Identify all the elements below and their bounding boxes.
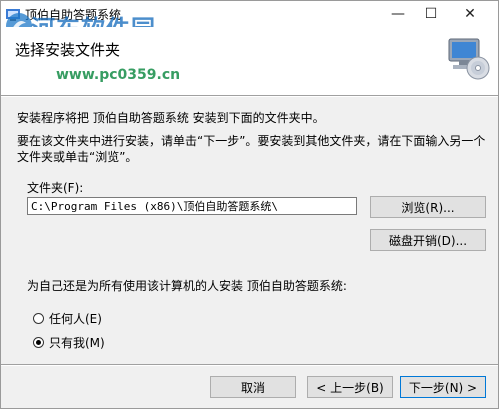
radio-just-me-circle[interactable] [33,336,44,348]
next-button[interactable]: 下一步(N) > [400,376,486,398]
radio-just-me[interactable]: 只有我(M) [33,334,105,350]
intro-text: 安装程序将把 顶伯自助答题系统 安装到下面的文件夹中。 [17,111,325,125]
disk-cost-button[interactable]: 磁盘开销(D)... [370,229,486,251]
title-bar[interactable]: 顶伯自助答题系统 河东软件园 — ☐ ✕ [1,1,498,43]
minimize-button[interactable]: — [381,1,415,27]
computer-cd-icon [448,38,490,80]
install-for-label: 为自己还是为所有使用该计算机的人安装 顶伯自助答题系统: [27,279,347,293]
footer-divider-highlight [1,365,498,366]
cancel-button[interactable]: 取消 [210,376,296,398]
radio-everyone-label: 任何人(E) [49,311,102,326]
close-icon: ✕ [464,6,476,22]
header-divider-highlight [1,96,498,97]
folder-label: 文件夹(F): [27,181,84,195]
browse-button[interactable]: 浏览(R)... [370,196,486,218]
instruction-text: 要在该文件夹中进行安装，请单击“下一步”。要安装到其他文件夹，请在下面输入另一个… [17,134,486,164]
maximize-icon: ☐ [424,6,438,22]
radio-everyone[interactable]: 任何人(E) [33,310,102,326]
folder-path-input[interactable]: C:\Program Files (x86)\顶伯自助答题系统\ [27,197,357,215]
minimize-icon: — [391,6,405,22]
close-button[interactable]: ✕ [453,1,487,27]
installer-window: 顶伯自助答题系统 河东软件园 — ☐ ✕ 选择安装文件夹 www.pc0359.… [0,0,499,409]
page-title: 选择安装文件夹 [15,41,121,59]
radio-everyone-circle[interactable] [33,312,44,324]
back-button[interactable]: < 上一步(B) [307,376,393,398]
watermark-url: www.pc0359.cn [56,67,181,83]
page-header: 选择安装文件夹 www.pc0359.cn [1,27,498,95]
radio-just-me-label: 只有我(M) [49,335,105,350]
maximize-button[interactable]: ☐ [414,1,448,27]
